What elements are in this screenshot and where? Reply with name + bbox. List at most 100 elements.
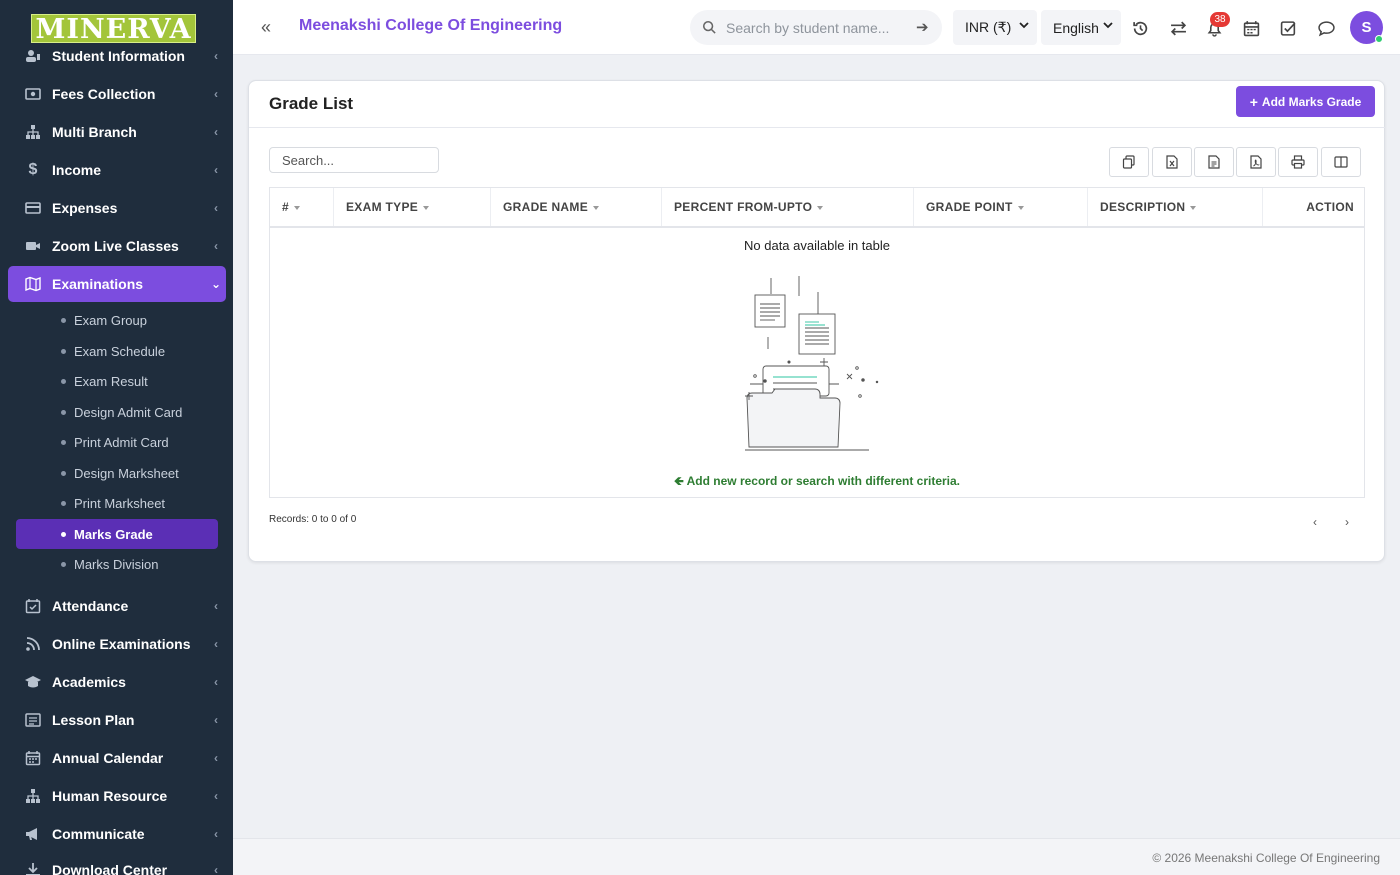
sort-icon xyxy=(1017,205,1024,210)
sidebar-item-label: Expenses xyxy=(52,200,118,216)
sidebar-item-attendance[interactable]: Attendance ‹ xyxy=(8,588,226,624)
page-footer: © 2026 Meenakshi College Of Engineering xyxy=(233,838,1400,875)
chevron-left-icon: ‹ xyxy=(214,49,218,63)
sidebar-item-online-examinations[interactable]: Online Examinations ‹ xyxy=(8,626,226,662)
chat-icon[interactable] xyxy=(1316,18,1336,38)
column-header-percent-range[interactable]: PERCENT FROM-UPTO xyxy=(662,188,914,226)
user-avatar[interactable]: S xyxy=(1350,11,1383,44)
card-header: Grade List + Add Marks Grade xyxy=(249,81,1386,128)
copyright-text: © 2026 Meenakshi College Of Engineering xyxy=(1152,851,1380,865)
copy-button[interactable] xyxy=(1109,147,1149,177)
print-button[interactable] xyxy=(1278,147,1318,177)
column-header-label: GRADE NAME xyxy=(503,200,589,214)
history-icon[interactable] xyxy=(1130,18,1150,38)
currency-select[interactable]: INR (₹) xyxy=(953,10,1037,45)
sidebar-item-download-center[interactable]: Download Center ‹ xyxy=(8,852,226,875)
submenu-item-exam-group[interactable]: Exam Group xyxy=(16,305,218,335)
sidebar-item-multi-branch[interactable]: Multi Branch ‹ xyxy=(8,114,226,150)
column-header-exam-type[interactable]: EXAM TYPE xyxy=(334,188,491,226)
column-header-number[interactable]: # xyxy=(270,188,334,226)
column-header-label: PERCENT FROM-UPTO xyxy=(674,200,813,214)
calendar-icon[interactable] xyxy=(1241,18,1261,38)
submenu-item-marks-division[interactable]: Marks Division xyxy=(16,549,218,579)
pdf-export-button[interactable] xyxy=(1236,147,1276,177)
csv-export-button[interactable] xyxy=(1194,147,1234,177)
chevron-left-icon: ‹ xyxy=(214,675,218,689)
submenu-label: Marks Division xyxy=(74,556,159,572)
college-name[interactable]: Meenakshi College Of Engineering xyxy=(299,17,562,35)
logo[interactable]: MINERVA xyxy=(31,14,196,44)
bullet-icon xyxy=(61,470,66,476)
submenu-label: Print Admit Card xyxy=(74,434,169,450)
sidebar-item-label: Multi Branch xyxy=(52,124,137,140)
arrow-right-icon[interactable]: ➔ xyxy=(916,18,929,36)
submenu-item-design-admit-card[interactable]: Design Admit Card xyxy=(16,397,218,427)
column-header-label: EXAM TYPE xyxy=(346,200,419,214)
video-icon xyxy=(22,238,44,254)
sidebar-item-lesson-plan[interactable]: Lesson Plan ‹ xyxy=(8,702,226,738)
chevron-left-icon: ‹ xyxy=(214,201,218,215)
sidebar-item-academics[interactable]: Academics ‹ xyxy=(8,664,226,700)
column-header-grade-name[interactable]: GRADE NAME xyxy=(491,188,662,226)
grade-list-card: Grade List +Add Marks Grade # EXAM TYPE … xyxy=(248,80,1386,562)
list-icon xyxy=(22,712,44,728)
sidebar-collapse-button[interactable]: « xyxy=(261,18,279,36)
credit-card-icon xyxy=(22,200,44,216)
pagination-next-button[interactable]: › xyxy=(1345,515,1349,529)
submenu-label: Exam Group xyxy=(74,312,147,328)
sidebar-item-fees-collection[interactable]: Fees Collection ‹ xyxy=(8,76,226,112)
bullet-icon xyxy=(61,531,66,537)
sidebar-item-label: Income xyxy=(52,162,102,178)
download-icon xyxy=(22,862,44,875)
excel-export-button[interactable] xyxy=(1152,147,1192,177)
chevron-left-icon: ‹ xyxy=(214,637,218,651)
sidebar-item-examinations[interactable]: Examinations ⌄ xyxy=(8,266,226,302)
chevron-left-icon: ‹ xyxy=(214,239,218,253)
sidebar-item-label: Download Center xyxy=(52,862,168,875)
column-header-grade-point[interactable]: GRADE POINT xyxy=(914,188,1088,226)
add-button-label: Add Marks Grade xyxy=(1261,94,1362,109)
sitemap-icon xyxy=(22,788,44,804)
student-search-input[interactable] xyxy=(726,18,906,38)
task-check-icon[interactable] xyxy=(1278,18,1298,38)
arrow-left-icon: 🡸 xyxy=(673,474,687,488)
table-header: # EXAM TYPE GRADE NAME PERCENT FROM-UPTO… xyxy=(270,188,1364,228)
sort-icon xyxy=(1190,205,1197,210)
sidebar-item-expenses[interactable]: Expenses ‹ xyxy=(8,190,226,226)
sidebar-item-communicate[interactable]: Communicate ‹ xyxy=(8,816,226,852)
graduation-cap-icon xyxy=(22,674,44,690)
add-marks-grade-button[interactable]: + Add Marks Grade xyxy=(1236,86,1375,117)
column-visibility-button[interactable] xyxy=(1321,147,1361,177)
exchange-icon[interactable] xyxy=(1168,18,1188,38)
submenu-item-design-marksheet[interactable]: Design Marksheet xyxy=(16,458,218,488)
submenu-item-exam-schedule[interactable]: Exam Schedule xyxy=(16,336,218,366)
pdf-file-icon xyxy=(1250,155,1262,169)
sidebar-item-income[interactable]: $ Income ‹ xyxy=(8,152,226,188)
records-info: Records: 0 to 0 of 0 xyxy=(269,514,357,525)
column-header-description[interactable]: DESCRIPTION xyxy=(1088,188,1263,226)
submenu-item-exam-result[interactable]: Exam Result xyxy=(16,366,218,396)
sidebar-item-zoom-live-classes[interactable]: Zoom Live Classes ‹ xyxy=(8,228,226,264)
submenu-item-marks-grade[interactable]: Marks Grade xyxy=(16,519,218,549)
submenu-item-print-admit-card[interactable]: Print Admit Card xyxy=(16,427,218,457)
language-select[interactable]: English xyxy=(1041,10,1121,45)
column-header-action: ACTION xyxy=(1263,188,1364,226)
search-icon xyxy=(702,20,716,34)
submenu-label: Design Marksheet xyxy=(74,465,179,481)
pagination-previous-button[interactable]: ‹ xyxy=(1313,515,1317,529)
language-value: English xyxy=(1053,19,1099,36)
chevron-left-icon: ‹ xyxy=(214,713,218,727)
bullhorn-icon xyxy=(22,826,44,842)
submenu-item-print-marksheet[interactable]: Print Marksheet xyxy=(16,488,218,518)
sidebar-item-human-resource[interactable]: Human Resource ‹ xyxy=(8,778,226,814)
submenu-label: Design Admit Card xyxy=(74,404,183,420)
top-header: « Meenakshi College Of Engineering ➔ INR… xyxy=(233,0,1400,55)
sidebar-item-label: Examinations xyxy=(52,276,144,292)
submenu-label: Print Marksheet xyxy=(74,495,166,511)
sidebar-item-label: Fees Collection xyxy=(52,86,156,102)
sidebar-item-label: Lesson Plan xyxy=(52,712,135,728)
logo-bar: MINERVA xyxy=(0,0,233,44)
sidebar-item-label: Academics xyxy=(52,674,126,690)
table-search-input[interactable] xyxy=(269,147,439,173)
sidebar-item-annual-calendar[interactable]: Annual Calendar ‹ xyxy=(8,740,226,776)
